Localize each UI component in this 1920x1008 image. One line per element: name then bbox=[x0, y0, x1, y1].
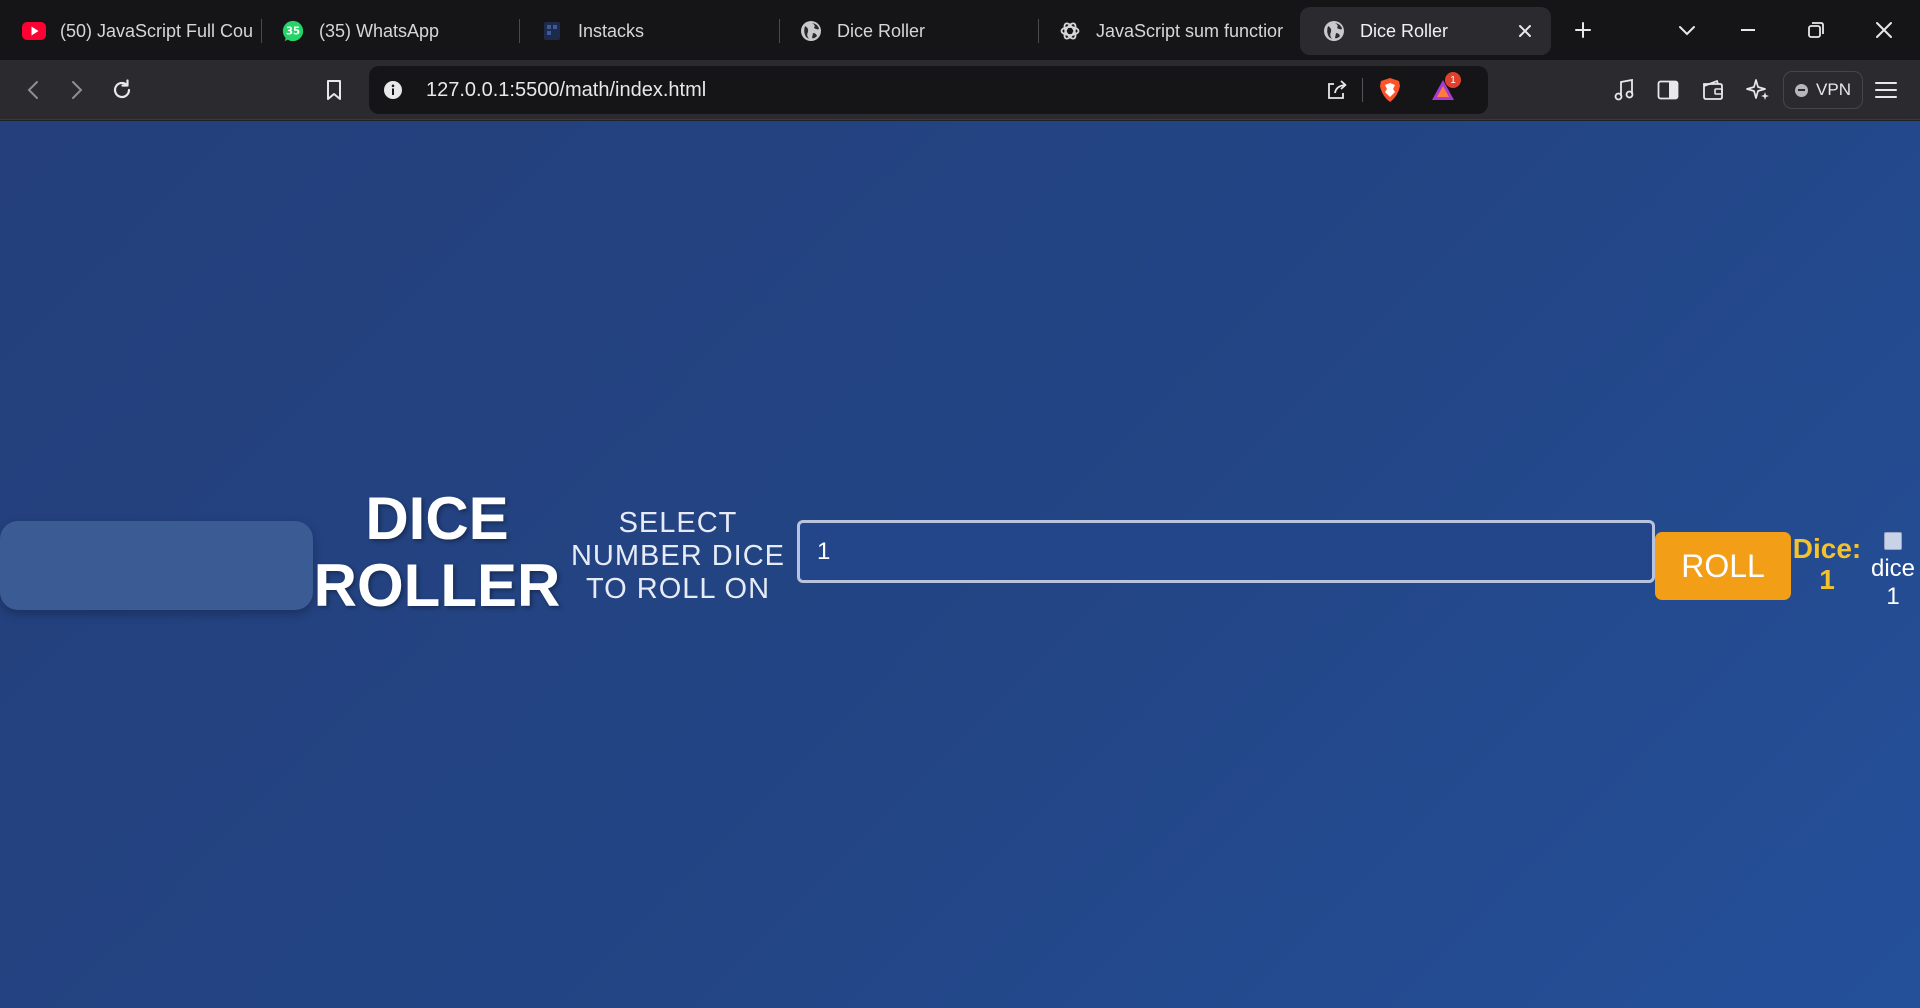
tab-javascript-sum[interactable]: JavaScript sum functior bbox=[1036, 7, 1294, 55]
vpn-button[interactable]: VPN bbox=[1783, 71, 1863, 109]
media-icon[interactable] bbox=[1606, 72, 1642, 108]
tab-title: JavaScript sum functior bbox=[1096, 20, 1284, 41]
share-icon[interactable] bbox=[1322, 75, 1352, 105]
brave-shields-icon[interactable] bbox=[1375, 75, 1405, 105]
tab-instacks[interactable]: Instacks bbox=[518, 7, 776, 55]
whatsapp-icon: 35 bbox=[281, 19, 305, 43]
tab-title: Dice Roller bbox=[837, 20, 926, 41]
wallet-icon[interactable] bbox=[1695, 72, 1731, 108]
tab-title: Instacks bbox=[578, 20, 645, 41]
title-line: ROLLER bbox=[313, 552, 561, 619]
sidebar-icon[interactable] bbox=[1650, 72, 1686, 108]
dice-count-label: SELECT NUMBER DICE TO ROLL ON bbox=[566, 507, 790, 606]
tab-strip: (50) JavaScript Full Cou 35 (35) WhatsAp… bbox=[0, 0, 1920, 60]
chatgpt-icon bbox=[1058, 19, 1082, 43]
menu-icon[interactable] bbox=[1868, 72, 1904, 108]
tab-dice-roller-active[interactable]: Dice Roller bbox=[1300, 7, 1551, 55]
vpn-label: VPN bbox=[1816, 80, 1851, 99]
dice-image-broken: dice 1 bbox=[1866, 527, 1920, 611]
tab-whatsapp[interactable]: 35 (35) WhatsApp bbox=[259, 7, 517, 55]
svg-text:35: 35 bbox=[286, 27, 300, 38]
image-alt-text: dice bbox=[1870, 555, 1916, 582]
globe-icon bbox=[799, 19, 823, 43]
brave-rewards-icon[interactable]: 1 bbox=[1428, 72, 1461, 105]
dice-count-input[interactable] bbox=[797, 520, 1655, 583]
youtube-icon bbox=[22, 19, 46, 43]
decorative-panel bbox=[0, 521, 313, 610]
label-line: TO ROLL ON bbox=[585, 573, 771, 605]
close-window-icon[interactable] bbox=[1866, 12, 1902, 48]
label-line: NUMBER DICE bbox=[570, 540, 785, 572]
label-line: SELECT bbox=[618, 507, 738, 539]
back-icon[interactable] bbox=[15, 72, 51, 108]
close-tab-icon[interactable] bbox=[1513, 19, 1537, 43]
url-text[interactable]: 127.0.0.1:5500/math/index.html bbox=[426, 79, 706, 102]
reload-icon[interactable] bbox=[104, 72, 140, 108]
site-info-icon[interactable] bbox=[378, 75, 408, 105]
vpn-status-icon bbox=[1795, 83, 1809, 97]
page-content: DICE ROLLER SELECT NUMBER DICE TO ROLL O… bbox=[0, 121, 1920, 1008]
divider bbox=[1362, 78, 1363, 102]
instacks-icon bbox=[540, 19, 564, 43]
tab-title: (50) JavaScript Full Cou bbox=[60, 20, 254, 41]
dice-result: Dice: 1 bbox=[1791, 533, 1863, 595]
tab-title: Dice Roller bbox=[1360, 20, 1449, 41]
forward-icon[interactable] bbox=[59, 72, 95, 108]
page-title: DICE ROLLER bbox=[313, 485, 561, 619]
rewards-badge: 1 bbox=[1445, 72, 1461, 88]
bookmark-icon[interactable] bbox=[316, 72, 352, 108]
roll-button[interactable]: ROLL bbox=[1655, 532, 1791, 600]
tab-dice-roller[interactable]: Dice Roller bbox=[777, 7, 1035, 55]
broken-image-icon bbox=[1884, 532, 1902, 550]
tab-title: (35) WhatsApp bbox=[319, 20, 440, 41]
minimize-icon[interactable] bbox=[1730, 12, 1766, 48]
chevron-down-icon[interactable] bbox=[1669, 12, 1705, 48]
image-alt-text: 1 bbox=[1886, 583, 1900, 610]
result-value: 1 bbox=[1819, 564, 1835, 595]
new-tab-icon[interactable] bbox=[1565, 12, 1601, 48]
restore-icon[interactable] bbox=[1798, 12, 1834, 48]
globe-icon bbox=[1322, 19, 1346, 43]
browser-toolbar: 127.0.0.1:5500/math/index.html 1 VPN bbox=[0, 60, 1920, 120]
title-line: DICE bbox=[365, 485, 509, 552]
result-label: Dice: bbox=[1792, 533, 1862, 564]
tab-youtube[interactable]: (50) JavaScript Full Cou bbox=[0, 7, 258, 55]
leo-ai-icon[interactable] bbox=[1740, 72, 1776, 108]
address-bar[interactable]: 127.0.0.1:5500/math/index.html 1 bbox=[369, 66, 1488, 114]
